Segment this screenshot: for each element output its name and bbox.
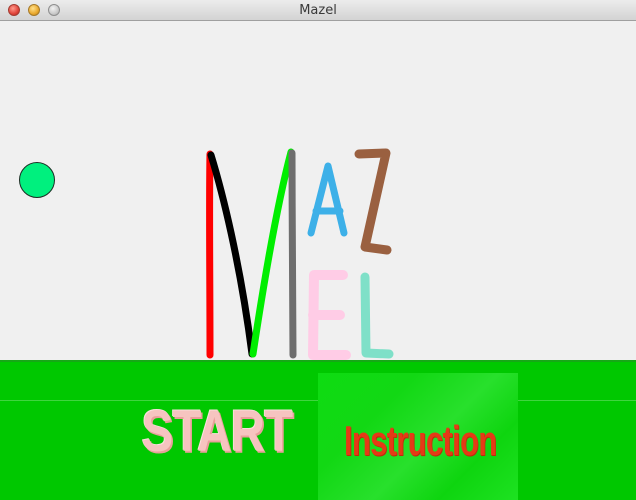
mazel-logo: [206, 148, 394, 360]
ground-panel: START Instruction: [0, 360, 636, 500]
logo-letter-m-stroke-black: [207, 151, 256, 358]
logo-letter-z: [354, 148, 392, 255]
start-button-label: START: [141, 399, 294, 464]
logo-letter-a: [307, 162, 348, 237]
logo-letter-m-stroke-gray: [288, 149, 297, 359]
start-button[interactable]: START: [128, 392, 294, 472]
instruction-button-label: Instruction: [344, 417, 497, 464]
game-window: Mazel START Instruction: [0, 0, 636, 500]
window-title: Mazel: [299, 3, 337, 18]
logo-letter-e: [308, 270, 351, 360]
title-bar[interactable]: Mazel: [0, 0, 636, 21]
logo-letter-m-stroke-green: [249, 148, 295, 358]
game-canvas: [0, 21, 636, 360]
instruction-button[interactable]: Instruction: [318, 373, 518, 500]
logo-letter-l: [360, 272, 394, 359]
